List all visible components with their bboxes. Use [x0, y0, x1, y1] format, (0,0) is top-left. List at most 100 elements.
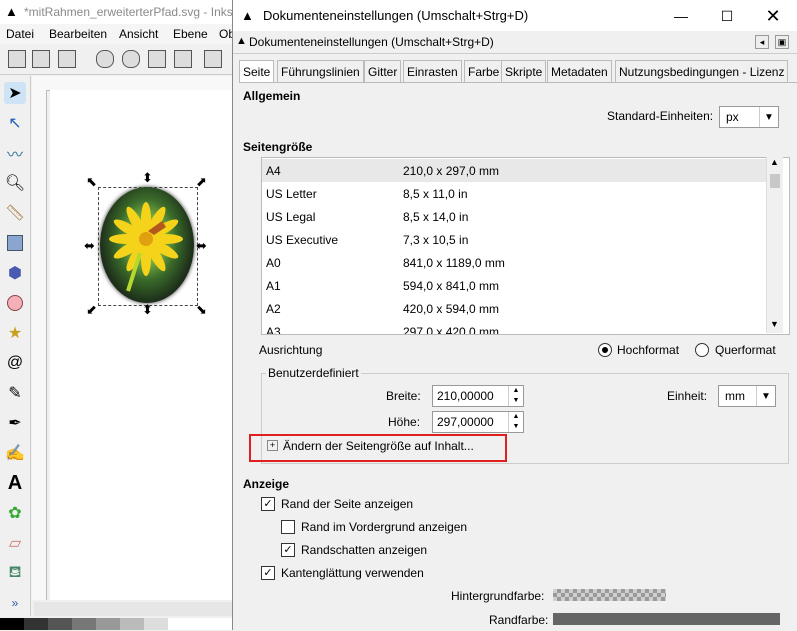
landscape-label[interactable]: Querformat	[715, 343, 776, 357]
width-label: Breite:	[386, 389, 421, 403]
rectangle-tool-icon[interactable]	[4, 232, 26, 254]
horizontal-scrollbar[interactable]	[34, 602, 234, 616]
background-color-swatch[interactable]	[553, 589, 666, 601]
ellipse-tool-icon[interactable]	[4, 292, 26, 314]
show-border-checkbox[interactable]: ✓	[261, 497, 275, 511]
flip-horizontal-icon[interactable]	[148, 50, 166, 68]
tweak-tool-icon[interactable]: 〰	[4, 142, 26, 164]
resize-to-content-expander[interactable]: Ändern der Seitengröße auf Inhalt...	[283, 439, 474, 453]
menu-bearbeiten[interactable]: Bearbeiten	[49, 27, 107, 41]
size-dims: 420,0 x 594,0 mm	[403, 302, 500, 316]
menu-ansicht[interactable]: Ansicht	[119, 27, 158, 41]
border-color-swatch[interactable]	[553, 613, 780, 625]
raise-to-top-icon[interactable]	[204, 50, 222, 68]
unit-label: Einheit:	[667, 389, 708, 403]
tab-seite[interactable]: Seite	[239, 60, 275, 84]
paint-bucket-tool-icon[interactable]: ⛾	[4, 562, 26, 584]
tab-einrasten[interactable]: Einrasten	[403, 60, 462, 83]
list-item[interactable]: A4 210,0 x 297,0 mm	[262, 159, 772, 182]
scale-handle-icon[interactable]: ⬉	[86, 174, 97, 190]
page-tab-panel: Allgemein Standard-Einheiten: px ▼ Seite…	[239, 82, 797, 631]
list-item[interactable]: A0 841,0 x 1189,0 mm	[262, 251, 772, 274]
list-item[interactable]: A1 594,0 x 841,0 mm	[262, 274, 772, 297]
page-size-scrollbar[interactable]: ▲ ▼	[766, 157, 783, 333]
antialias-label[interactable]: Kantenglättung verwenden	[281, 566, 424, 580]
scroll-thumb[interactable]	[770, 174, 780, 188]
tab-fuehrungslinien[interactable]: Führungslinien	[277, 60, 364, 83]
dock-close-icon[interactable]: ▣	[775, 35, 789, 49]
expand-plus-icon[interactable]: +	[267, 440, 278, 451]
portrait-radio[interactable]	[598, 343, 612, 357]
select-all-layers-icon[interactable]	[32, 50, 50, 68]
border-shadow-label[interactable]: Randschatten anzeigen	[301, 543, 427, 557]
border-on-top-checkbox[interactable]	[281, 520, 295, 534]
scale-handle-icon[interactable]: ⬍	[142, 302, 153, 318]
spray-tool-icon[interactable]: ✿	[4, 502, 26, 524]
dialog-title: Dokumenteneinstellungen (Umschalt+Strg+D…	[263, 8, 529, 23]
3dbox-tool-icon[interactable]: ⬢	[4, 262, 26, 284]
unit-select[interactable]: mm ▼	[718, 385, 776, 407]
ruler-vertical	[32, 90, 47, 600]
page-size-list[interactable]: A4 210,0 x 297,0 mm US Letter 8,5 x 11,0 i…	[261, 157, 790, 335]
flower-image[interactable]	[100, 187, 194, 303]
selector-tool-icon[interactable]: ➤	[4, 82, 26, 104]
flip-vertical-icon[interactable]	[174, 50, 192, 68]
size-name: A1	[266, 279, 281, 293]
dock-iconify-icon[interactable]: ◂	[755, 35, 769, 49]
menu-ebene[interactable]: Ebene	[173, 27, 208, 41]
height-input[interactable]: 297,00000 ▲ ▼	[432, 411, 524, 433]
landscape-radio[interactable]	[695, 343, 709, 357]
size-dims: 8,5 x 11,0 in	[403, 187, 468, 201]
more-tools-icon[interactable]: »	[4, 592, 26, 614]
menu-datei[interactable]: Datei	[6, 27, 34, 41]
chevron-up-icon[interactable]: ▲	[770, 157, 779, 167]
color-palette[interactable]	[0, 618, 240, 630]
zoom-tool-icon[interactable]: 🔍︎	[4, 172, 26, 194]
border-shadow-checkbox[interactable]: ✓	[281, 543, 295, 557]
pencil-tool-icon[interactable]: ✎	[4, 382, 26, 404]
scale-handle-icon[interactable]: ⬋	[86, 302, 97, 318]
border-on-top-label[interactable]: Rand im Vordergrund anzeigen	[301, 520, 467, 534]
rotate-cw-icon[interactable]	[122, 50, 140, 68]
list-item[interactable]: A2 420,0 x 594,0 mm	[262, 297, 772, 320]
node-tool-icon[interactable]: ↖	[4, 112, 26, 134]
measure-tool-icon[interactable]: 📏︎	[4, 202, 26, 224]
list-item[interactable]: US Executive 7,3 x 10,5 in	[262, 228, 772, 251]
scale-handle-icon[interactable]: ⬌	[196, 238, 207, 254]
scale-handle-icon[interactable]: ⬌	[84, 238, 95, 254]
star-tool-icon[interactable]: ★	[4, 322, 26, 344]
spin-arrows-icon[interactable]: ▲ ▼	[508, 412, 523, 432]
tab-farbe[interactable]: Farbe	[464, 60, 504, 83]
portrait-label[interactable]: Hochformat	[617, 343, 679, 357]
eraser-tool-icon[interactable]: ▱	[4, 532, 26, 554]
list-item[interactable]: US Letter 8,5 x 11,0 in	[262, 182, 772, 205]
close-icon[interactable]: ✕	[750, 2, 796, 30]
width-input[interactable]: 210,00000 ▲ ▼	[432, 385, 524, 407]
spiral-tool-icon[interactable]: @	[4, 352, 26, 374]
inkscape-logo-icon: ▲	[236, 35, 247, 47]
antialias-checkbox[interactable]: ✓	[261, 566, 275, 580]
chevron-down-icon[interactable]: ▼	[770, 319, 779, 329]
select-all-icon[interactable]	[8, 50, 26, 68]
tab-nutzungsbedingungen[interactable]: Nutzungsbedingungen - Lizenz	[615, 60, 789, 83]
tab-gitter[interactable]: Gitter	[364, 60, 402, 83]
inkscape-logo-icon: ▲	[241, 8, 254, 23]
minimize-icon[interactable]: —	[658, 2, 704, 30]
list-item[interactable]: A3 297,0 x 420,0 mm	[262, 320, 772, 334]
default-units-select[interactable]: px ▼	[719, 106, 779, 128]
canvas[interactable]: ⬉ ⬍ ⬈ ⬌ ⬌ ⬋ ⬍ ⬊	[50, 90, 235, 600]
show-border-label[interactable]: Rand der Seite anzeigen	[281, 497, 413, 511]
tab-metadaten[interactable]: Metadaten	[547, 60, 612, 83]
calligraphy-tool-icon[interactable]: ✍	[4, 442, 26, 464]
rotate-ccw-icon[interactable]	[96, 50, 114, 68]
scale-handle-icon[interactable]: ⬊	[196, 302, 207, 318]
pen-tool-icon[interactable]: ✒	[4, 412, 26, 434]
deselect-icon[interactable]	[58, 50, 76, 68]
list-item[interactable]: US Legal 8,5 x 14,0 in	[262, 205, 772, 228]
text-tool-icon[interactable]: A	[4, 472, 26, 494]
scale-handle-icon[interactable]: ⬍	[142, 170, 153, 186]
spin-arrows-icon[interactable]: ▲ ▼	[508, 386, 523, 406]
scale-handle-icon[interactable]: ⬈	[196, 174, 207, 190]
maximize-icon[interactable]: ☐	[704, 2, 750, 30]
tab-skripte[interactable]: Skripte	[501, 60, 547, 83]
